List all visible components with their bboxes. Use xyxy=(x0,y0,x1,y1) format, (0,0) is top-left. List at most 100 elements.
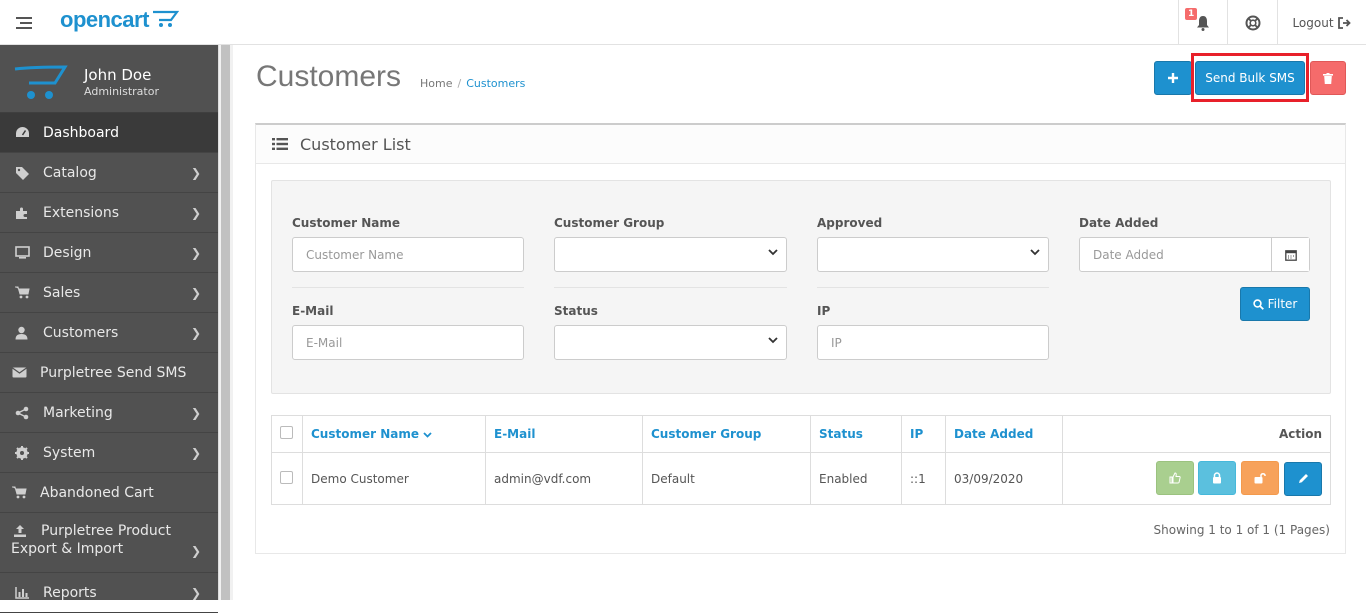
customer-group-select[interactable] xyxy=(554,237,787,272)
pencil-icon xyxy=(1298,474,1308,484)
status-select[interactable] xyxy=(554,325,787,360)
chevron-right-icon: ❯ xyxy=(190,246,201,260)
notifications-button[interactable]: 1 xyxy=(1178,0,1227,45)
sidebar-item-label: Abandoned Cart xyxy=(40,484,154,501)
sidebar-item-marketing[interactable]: Marketing ❯ xyxy=(0,393,218,433)
chevron-right-icon: ❯ xyxy=(190,544,201,558)
chevron-right-icon: ❯ xyxy=(190,166,201,180)
sidebar-item-abandoned-cart[interactable]: Abandoned Cart xyxy=(0,473,218,513)
email-label: E-Mail xyxy=(292,304,334,318)
sidebar: John Doe Administrator Dashboard Catalog… xyxy=(0,45,218,613)
breadcrumb-customers[interactable]: Customers xyxy=(466,77,525,90)
sidebar-item-dashboard[interactable]: Dashboard xyxy=(0,113,218,153)
customer-group-label: Customer Group xyxy=(554,216,665,230)
user-icon xyxy=(15,326,31,340)
lock-button[interactable] xyxy=(1198,461,1237,496)
email-input[interactable]: E-Mail xyxy=(292,325,524,360)
sidebar-scrollbar-thumb[interactable] xyxy=(221,45,230,600)
sidebar-item-catalog[interactable]: Catalog ❯ xyxy=(0,153,218,193)
divider xyxy=(817,287,1049,288)
search-icon xyxy=(1252,298,1264,310)
list-icon xyxy=(272,138,288,150)
chevron-down-icon xyxy=(768,249,778,256)
page-title: Customers xyxy=(256,60,402,93)
add-customer-button[interactable] xyxy=(1154,61,1192,95)
calendar-button[interactable] xyxy=(1271,238,1309,271)
cell-customer-group: Default xyxy=(642,452,811,505)
tags-icon xyxy=(15,166,31,180)
sidebar-item-sales[interactable]: Sales ❯ xyxy=(0,273,218,313)
sidebar-item-label: Extensions xyxy=(43,204,120,221)
user-profile[interactable]: John Doe Administrator xyxy=(0,45,218,113)
logout-button[interactable]: Logout xyxy=(1277,0,1366,45)
table-header-row: Customer Name E-Mail Customer Group Stat… xyxy=(271,415,1331,453)
column-customer-name[interactable]: Customer Name xyxy=(302,415,486,453)
chevron-down-icon xyxy=(1030,249,1040,256)
cart-icon xyxy=(15,286,31,299)
lock-icon xyxy=(1213,472,1222,484)
column-action: Action xyxy=(1062,415,1331,453)
column-email[interactable]: E-Mail xyxy=(485,415,643,453)
approved-select[interactable] xyxy=(817,237,1049,272)
logout-label: Logout xyxy=(1292,15,1334,30)
share-icon xyxy=(15,406,31,420)
date-added-input[interactable]: Date Added xyxy=(1079,237,1310,272)
sidebar-item-reports[interactable]: Reports ❯ xyxy=(0,573,218,613)
top-header: opencart 1 Logout xyxy=(0,0,1366,45)
sidebar-item-label-line2: Export & Import xyxy=(11,541,124,557)
logo-cart-icon xyxy=(152,10,179,27)
select-all-checkbox[interactable] xyxy=(280,426,293,439)
customer-list-panel: Customer List Customer Name Customer Nam… xyxy=(255,123,1346,554)
sidebar-item-customers[interactable]: Customers ❯ xyxy=(0,313,218,353)
approve-button[interactable] xyxy=(1155,461,1194,496)
sidebar-item-extensions[interactable]: Extensions ❯ xyxy=(0,193,218,233)
opencart-logo[interactable]: opencart xyxy=(60,7,179,33)
thumbs-up-icon xyxy=(1169,472,1181,484)
sidebar-item-label: Reports xyxy=(43,584,97,601)
column-customer-group[interactable]: Customer Group xyxy=(642,415,811,453)
sidebar-item-product-export-import[interactable]: Purpletree Product Export & Import ❯ xyxy=(0,513,218,573)
breadcrumb-home[interactable]: Home xyxy=(420,77,452,90)
cell-status: Enabled xyxy=(810,452,902,505)
date-added-label: Date Added xyxy=(1079,216,1159,230)
sidebar-item-system[interactable]: System ❯ xyxy=(0,433,218,473)
chevron-down-icon xyxy=(768,337,778,344)
sidebar-item-purpletree-send-sms[interactable]: Purpletree Send SMS xyxy=(0,353,218,393)
delete-button[interactable] xyxy=(1310,61,1346,95)
sort-caret-down-icon xyxy=(423,432,432,438)
notification-badge: 1 xyxy=(1185,8,1198,20)
life-ring-icon xyxy=(1245,15,1260,30)
column-date-added[interactable]: Date Added xyxy=(945,415,1063,453)
status-label: Status xyxy=(554,304,598,318)
help-button[interactable] xyxy=(1227,0,1277,45)
unlock-button[interactable] xyxy=(1241,461,1280,496)
customer-name-input[interactable]: Customer Name xyxy=(292,237,524,272)
filter-button[interactable]: Filter xyxy=(1240,287,1310,321)
sidebar-item-label: Sales xyxy=(43,284,81,301)
filter-box: Customer Name Customer Name Customer Gro… xyxy=(271,180,1331,394)
edit-button[interactable] xyxy=(1284,461,1322,496)
ip-input[interactable]: IP xyxy=(817,325,1049,360)
envelope-icon xyxy=(12,367,28,378)
column-ip[interactable]: IP xyxy=(901,415,946,453)
puzzle-icon xyxy=(15,206,31,220)
sidebar-item-label: Purpletree Send SMS xyxy=(40,364,187,381)
customer-name-label: Customer Name xyxy=(292,216,400,230)
panel-heading: Customer List xyxy=(256,125,1345,164)
cell-email: admin@vdf.com xyxy=(485,452,643,505)
profile-cart-icon xyxy=(14,65,68,99)
sidebar-item-label: Purpletree Product xyxy=(41,523,171,539)
sidebar-item-design[interactable]: Design ❯ xyxy=(0,233,218,273)
profile-name: John Doe xyxy=(84,66,152,84)
sidebar-item-label: Customers xyxy=(43,324,119,341)
hamburger-icon xyxy=(16,16,32,29)
column-label: Customer Name xyxy=(311,427,419,441)
menu-toggle-button[interactable] xyxy=(0,0,48,45)
breadcrumb: Home / Customers xyxy=(420,77,525,90)
column-status[interactable]: Status xyxy=(810,415,902,453)
table-row: Demo Customer admin@vdf.com Default Enab… xyxy=(271,452,1331,505)
panel-title: Customer List xyxy=(300,134,411,154)
logo-text: opencart xyxy=(60,7,149,32)
upload-icon xyxy=(13,524,29,538)
row-checkbox[interactable] xyxy=(280,470,293,484)
